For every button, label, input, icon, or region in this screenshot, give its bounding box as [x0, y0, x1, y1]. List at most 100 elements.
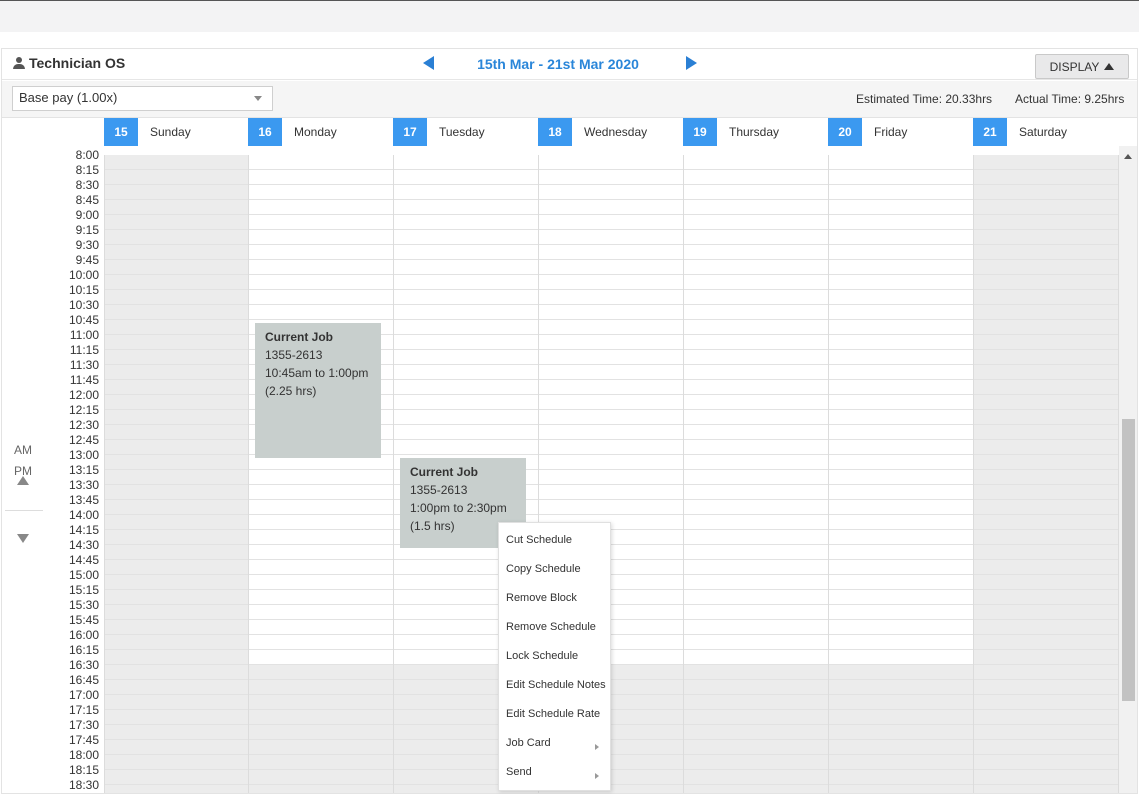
- time-slot[interactable]: [104, 410, 248, 425]
- day-column-saturday[interactable]: [973, 155, 1118, 793]
- time-slot[interactable]: [393, 290, 538, 305]
- time-slot[interactable]: [683, 770, 828, 785]
- time-slot[interactable]: [828, 575, 973, 590]
- context-menu-item-cut-schedule[interactable]: Cut Schedule: [499, 526, 610, 555]
- time-slot[interactable]: [393, 155, 538, 170]
- time-slot[interactable]: [104, 215, 248, 230]
- time-slot[interactable]: [538, 365, 683, 380]
- time-slot[interactable]: [248, 560, 393, 575]
- time-slot[interactable]: [828, 770, 973, 785]
- time-slot[interactable]: [828, 155, 973, 170]
- day-column-sunday[interactable]: [104, 155, 248, 793]
- time-slot[interactable]: [248, 755, 393, 770]
- time-slot[interactable]: [683, 575, 828, 590]
- time-slot[interactable]: [683, 755, 828, 770]
- time-slot[interactable]: [538, 230, 683, 245]
- time-slot[interactable]: [104, 650, 248, 665]
- time-slot[interactable]: [828, 605, 973, 620]
- time-slot[interactable]: [393, 380, 538, 395]
- time-slot[interactable]: [828, 635, 973, 650]
- time-slot[interactable]: [683, 380, 828, 395]
- time-slot[interactable]: [973, 380, 1118, 395]
- time-slot[interactable]: [828, 290, 973, 305]
- time-slot[interactable]: [683, 650, 828, 665]
- time-slot[interactable]: [828, 410, 973, 425]
- time-slot[interactable]: [973, 740, 1118, 755]
- time-slot[interactable]: [828, 650, 973, 665]
- time-slot[interactable]: [828, 470, 973, 485]
- time-slot[interactable]: [828, 590, 973, 605]
- time-slot[interactable]: [538, 305, 683, 320]
- time-slot[interactable]: [828, 350, 973, 365]
- time-slot[interactable]: [683, 395, 828, 410]
- time-slot[interactable]: [104, 725, 248, 740]
- time-slot[interactable]: [973, 290, 1118, 305]
- time-slot[interactable]: [828, 725, 973, 740]
- time-slot[interactable]: [828, 185, 973, 200]
- time-slot[interactable]: [104, 395, 248, 410]
- time-slot[interactable]: [973, 725, 1118, 740]
- time-slot[interactable]: [248, 200, 393, 215]
- time-slot[interactable]: [248, 245, 393, 260]
- time-slot[interactable]: [973, 620, 1118, 635]
- context-menu-item-remove-schedule[interactable]: Remove Schedule: [499, 613, 610, 642]
- time-slot[interactable]: [104, 710, 248, 725]
- time-slot[interactable]: [248, 215, 393, 230]
- time-slot[interactable]: [683, 785, 828, 793]
- day-column-thursday[interactable]: [683, 155, 828, 793]
- day-header-friday[interactable]: 20 Friday: [828, 118, 973, 146]
- time-slot[interactable]: [104, 500, 248, 515]
- time-slot[interactable]: [104, 560, 248, 575]
- time-slot[interactable]: [683, 545, 828, 560]
- time-slot[interactable]: [393, 275, 538, 290]
- day-header-monday[interactable]: 16 Monday: [248, 118, 393, 146]
- time-slot[interactable]: [538, 260, 683, 275]
- day-header-sunday[interactable]: 15 Sunday: [104, 118, 248, 146]
- time-slot[interactable]: [683, 245, 828, 260]
- time-slot[interactable]: [104, 770, 248, 785]
- time-slot[interactable]: [104, 680, 248, 695]
- time-slot[interactable]: [973, 515, 1118, 530]
- time-slot[interactable]: [973, 335, 1118, 350]
- time-slot[interactable]: [683, 485, 828, 500]
- am-label[interactable]: AM: [8, 443, 38, 457]
- time-slot[interactable]: [828, 440, 973, 455]
- time-slot[interactable]: [683, 590, 828, 605]
- time-slot[interactable]: [393, 215, 538, 230]
- time-slot[interactable]: [828, 320, 973, 335]
- time-slot[interactable]: [248, 740, 393, 755]
- time-slot[interactable]: [683, 470, 828, 485]
- time-slot[interactable]: [538, 215, 683, 230]
- time-slot[interactable]: [104, 305, 248, 320]
- time-slot[interactable]: [104, 665, 248, 680]
- time-slot[interactable]: [248, 185, 393, 200]
- time-slot[interactable]: [828, 620, 973, 635]
- time-slot[interactable]: [248, 260, 393, 275]
- time-slot[interactable]: [538, 290, 683, 305]
- time-slot[interactable]: [828, 245, 973, 260]
- time-slot[interactable]: [104, 515, 248, 530]
- time-slot[interactable]: [248, 650, 393, 665]
- time-slot[interactable]: [104, 260, 248, 275]
- time-slot[interactable]: [248, 575, 393, 590]
- time-slot[interactable]: [248, 680, 393, 695]
- time-slot[interactable]: [393, 230, 538, 245]
- time-slot[interactable]: [973, 665, 1118, 680]
- time-slot[interactable]: [104, 335, 248, 350]
- previous-week-arrow-icon[interactable]: [423, 56, 434, 70]
- time-slot[interactable]: [104, 425, 248, 440]
- time-slot[interactable]: [973, 275, 1118, 290]
- time-slot[interactable]: [104, 200, 248, 215]
- time-slot[interactable]: [248, 500, 393, 515]
- time-slot[interactable]: [104, 635, 248, 650]
- day-column-monday[interactable]: [248, 155, 393, 793]
- time-slot[interactable]: [538, 485, 683, 500]
- time-slot[interactable]: [828, 695, 973, 710]
- time-slot[interactable]: [393, 425, 538, 440]
- time-slot[interactable]: [104, 485, 248, 500]
- time-slot[interactable]: [828, 785, 973, 793]
- time-slot[interactable]: [828, 560, 973, 575]
- pm-down-arrow-icon[interactable]: [17, 534, 29, 543]
- time-slot[interactable]: [683, 620, 828, 635]
- context-menu-item-send[interactable]: Send: [499, 758, 610, 787]
